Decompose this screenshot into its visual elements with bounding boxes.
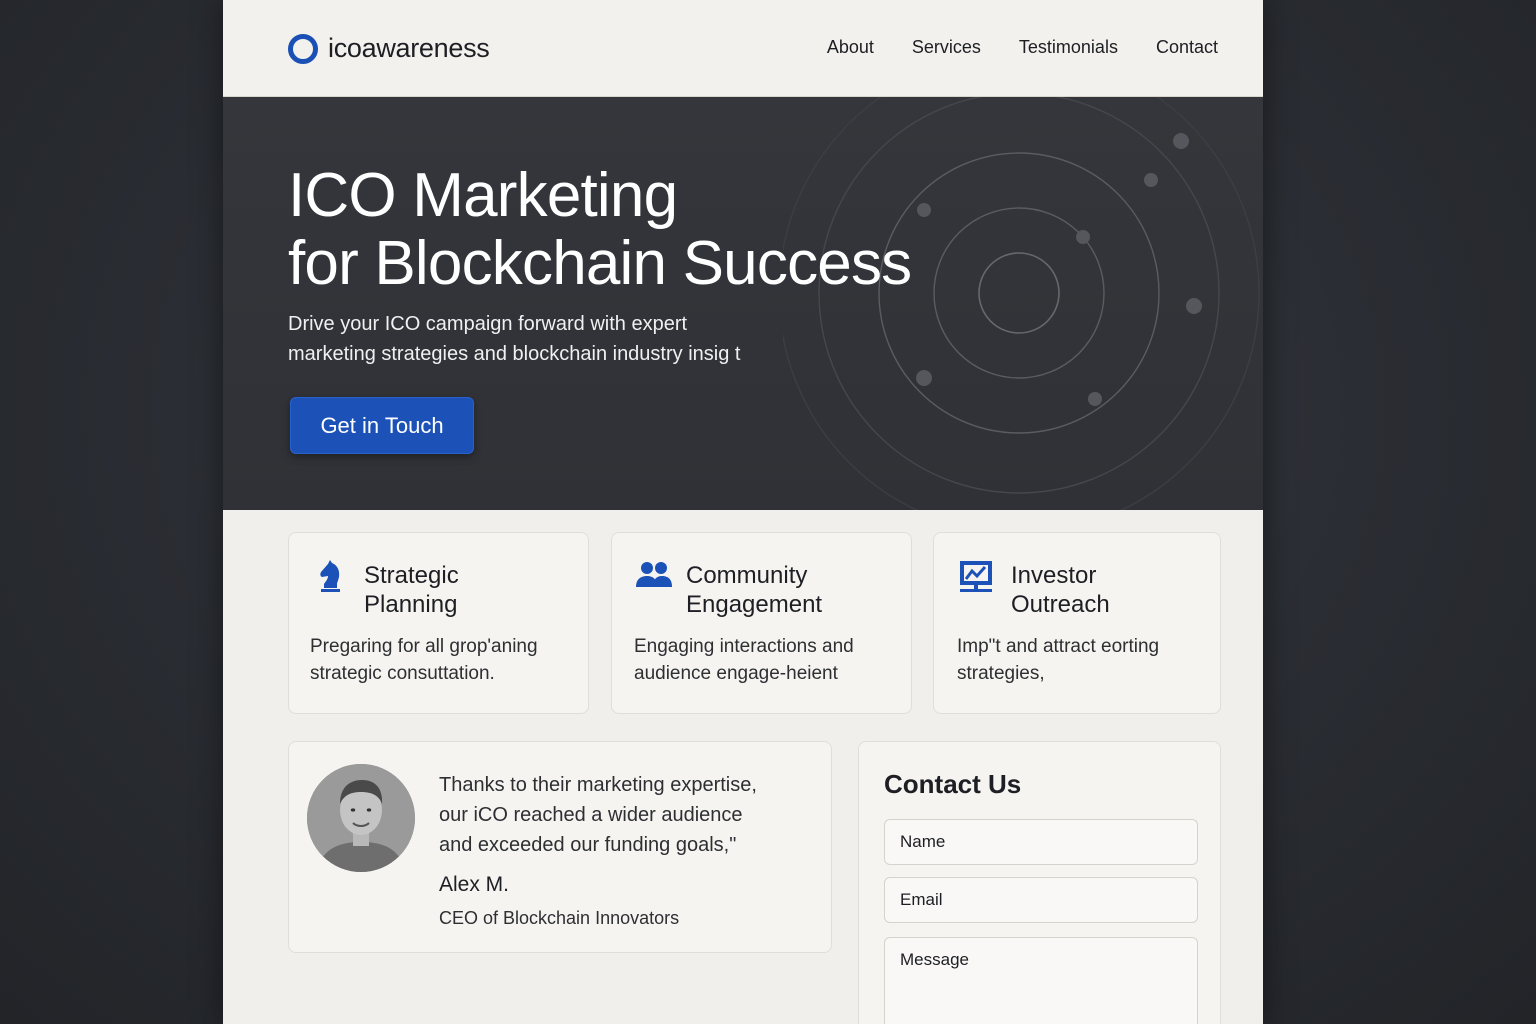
- feature-text: Imp"t and attract eorting strategies,: [957, 636, 1160, 684]
- nav-testimonials[interactable]: Testimonials: [1019, 37, 1118, 58]
- person-portrait-icon: [307, 764, 415, 872]
- testimonial-role: CEO of Blockchain Innovators: [439, 908, 680, 928]
- landing-page: icoawareness About Services Testimonials…: [223, 0, 1263, 1024]
- hero-subtitle-line-2: marketing strategies and blockchain indu…: [288, 343, 741, 365]
- contact-title: Contact Us: [884, 769, 1022, 799]
- hero-title-line-1: ICO Marketing: [288, 161, 678, 230]
- site-header: icoawareness About Services Testimonials…: [223, 0, 1263, 97]
- hero-title: ICO Marketing for Blockchain Success: [288, 161, 912, 298]
- users-group-icon: [636, 562, 672, 587]
- feature-title: Investor Outreach: [1011, 562, 1110, 618]
- feature-title: Community Engagement: [686, 562, 823, 618]
- message-field[interactable]: [884, 937, 1198, 1024]
- orbit-decoration-icon: [783, 97, 1260, 510]
- hero-subtitle: Drive your ICO campaign forward with exp…: [288, 309, 808, 369]
- testimonial-author: Alex M.: [439, 873, 510, 896]
- main-nav: About Services Testimonials Contact: [789, 37, 1218, 58]
- feature-card-strategic-planning: Strategic Planning Pregaring for all gro…: [288, 532, 589, 714]
- brand-logo[interactable]: icoawareness: [288, 33, 490, 64]
- nav-about[interactable]: About: [827, 37, 874, 58]
- feature-text: Pregaring for all grop'aning strategic c…: [310, 636, 538, 684]
- get-in-touch-button[interactable]: Get in Touch: [290, 397, 474, 454]
- avatar: [307, 764, 415, 872]
- email-field[interactable]: [884, 877, 1198, 923]
- contact-form: Contact Us: [858, 741, 1221, 1024]
- logo-ring-icon: [288, 33, 318, 64]
- chess-knight-icon: [320, 560, 340, 592]
- hero-title-line-2: for Blockchain Success: [288, 229, 912, 298]
- feature-title: Strategic Planning: [364, 562, 459, 618]
- feature-card-investor-outreach: Investor Outreach Imp"t and attract eort…: [933, 532, 1221, 714]
- name-field[interactable]: [884, 819, 1198, 865]
- presentation-chart-icon: [960, 561, 992, 592]
- hero-section: ICO Marketing for Blockchain Success Dri…: [223, 97, 1263, 510]
- nav-contact[interactable]: Contact: [1156, 37, 1218, 58]
- testimonial-card: Thanks to their marketing expertise, our…: [288, 741, 832, 953]
- nav-services[interactable]: Services: [912, 37, 981, 58]
- testimonial-quote: Thanks to their marketing expertise, our…: [439, 774, 757, 856]
- feature-card-community-engagement: Community Engagement Engaging interactio…: [611, 532, 912, 714]
- brand-name: icoawareness: [328, 33, 490, 63]
- hero-subtitle-line-1: Drive your ICO campaign forward with exp…: [288, 313, 688, 335]
- feature-text: Engaging interactions and audience engag…: [634, 636, 854, 684]
